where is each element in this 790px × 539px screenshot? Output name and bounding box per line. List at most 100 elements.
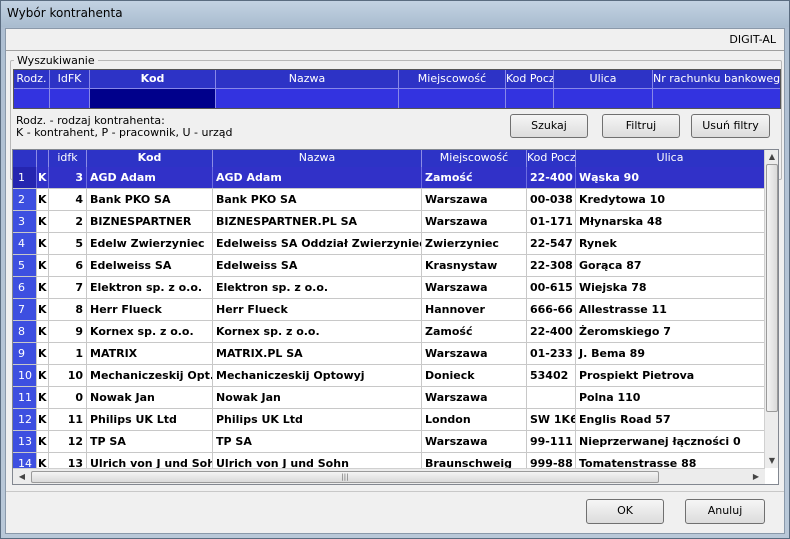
scroll-right-icon[interactable]: ▶ <box>749 470 763 484</box>
col-nazwa[interactable]: Nazwa <box>213 150 422 167</box>
row-miejscowosc: Zamość <box>422 167 527 188</box>
scroll-left-icon[interactable]: ◀ <box>15 470 29 484</box>
row-type: K <box>37 255 49 276</box>
scroll-down-icon[interactable]: ▼ <box>765 454 778 468</box>
row-number: 9 <box>13 343 37 364</box>
table-row[interactable]: 6 K 7 Elektron sp. z o.o. Elektron sp. z o.o… <box>13 277 765 299</box>
search-col-kod: Kod <box>90 70 216 88</box>
table-row[interactable]: 8 K 9 Kornex sp. z o.o. Kornex sp. z o.o. Zam… <box>13 321 765 343</box>
col-ulica[interactable]: Ulica <box>576 150 765 167</box>
table-row[interactable]: 4 K 5 Edelw Zwierzyniec Edelweiss SA Oddział… <box>13 233 765 255</box>
row-kod: Herr Flueck <box>87 299 213 320</box>
scroll-up-icon[interactable]: ▲ <box>765 150 778 164</box>
row-ulica: Wąska 90 <box>576 167 765 188</box>
row-kod-pocz: 22-547 <box>527 233 576 254</box>
brand-label: DIGIT-AL <box>729 33 776 46</box>
row-ulica: Polna 110 <box>576 387 765 408</box>
row-kod-pocz <box>527 387 576 408</box>
row-number: 8 <box>13 321 37 342</box>
vertical-scroll-thumb[interactable] <box>766 164 778 412</box>
table-row[interactable]: 5 K 6 Edelweiss SA Edelweiss SA Krasnystaw 22-… <box>13 255 765 277</box>
row-idfk: 1 <box>49 343 87 364</box>
search-col-nazwa: Nazwa <box>216 70 399 88</box>
row-number: 7 <box>13 299 37 320</box>
row-kod-pocz: 99-111 <box>527 431 576 452</box>
row-miejscowosc: Warszawa <box>422 343 527 364</box>
table-row[interactable]: 7 K 8 Herr Flueck Herr Flueck Hannover 666-66 A… <box>13 299 765 321</box>
col-row-number <box>13 150 37 167</box>
col-kod-pocz[interactable]: Kod Pocz. <box>527 150 576 167</box>
row-ulica: Młynarska 48 <box>576 211 765 232</box>
row-idfk: 0 <box>49 387 87 408</box>
type-hint: Rodz. - rodzaj kontrahenta: K - kontrahe… <box>16 115 232 139</box>
horizontal-scroll-thumb[interactable]: ||| <box>31 471 659 483</box>
table-row[interactable]: 10 K 10 Mechaniczeskij Opt... Mechaniczeskij… <box>13 365 765 387</box>
search-input-type[interactable] <box>14 89 50 108</box>
row-kod-pocz: 01-171 <box>527 211 576 232</box>
row-kod: TP SA <box>87 431 213 452</box>
row-idfk: 3 <box>49 167 87 188</box>
row-type: K <box>37 409 49 430</box>
clear-filters-button[interactable]: Usuń filtry <box>691 114 770 138</box>
table-row[interactable]: 12 K 11 Philips UK Ltd Philips UK Ltd London S… <box>13 409 765 431</box>
col-idfk[interactable]: idfk <box>49 150 87 167</box>
search-input-ulica[interactable] <box>554 89 653 108</box>
cancel-button[interactable]: Anuluj <box>685 499 765 524</box>
row-nazwa: Edelweiss SA <box>213 255 422 276</box>
search-input-idfk[interactable] <box>50 89 90 108</box>
table-row[interactable]: 9 K 1 MATRIX MATRIX.PL SA Warszawa 01-233 J. Be… <box>13 343 765 365</box>
search-group-label: Wyszukiwanie <box>14 54 98 67</box>
ok-button[interactable]: OK <box>586 499 664 524</box>
col-type <box>37 150 49 167</box>
row-kod: Elektron sp. z o.o. <box>87 277 213 298</box>
row-kod-pocz: 22-308 <box>527 255 576 276</box>
search-input-nr-rachunku[interactable] <box>653 89 780 108</box>
search-col-ulica: Ulica <box>554 70 653 88</box>
col-kod[interactable]: Kod <box>87 150 213 167</box>
search-input-kod-pocz[interactable] <box>506 89 554 108</box>
dialog-client-area: DIGIT-AL Wyszukiwanie Rodz. IdFK Kod Naz… <box>5 28 785 534</box>
search-button[interactable]: Szukaj <box>510 114 588 138</box>
table-row[interactable]: 2 K 4 Bank PKO SA Bank PKO SA Warszawa 00-038 K… <box>13 189 765 211</box>
table-row[interactable]: 13 K 12 TP SA TP SA Warszawa 99-111 Nieprzerwan… <box>13 431 765 453</box>
row-type: K <box>37 211 49 232</box>
row-nazwa: Elektron sp. z o.o. <box>213 277 422 298</box>
row-number: 5 <box>13 255 37 276</box>
search-col-kod-pocz: Kod Pocz. <box>506 70 554 88</box>
row-type: K <box>37 167 49 188</box>
title-bar: Wybór kontrahenta <box>1 1 789 27</box>
vertical-scrollbar[interactable]: ▲ ▼ <box>764 150 778 468</box>
row-idfk: 12 <box>49 431 87 452</box>
filter-button[interactable]: Filtruj <box>602 114 680 138</box>
table-row[interactable]: 3 K 2 BIZNESPARTNER BIZNESPARTNER.PL SA Warsz… <box>13 211 765 233</box>
search-input-miejscowosc[interactable] <box>399 89 506 108</box>
table-row[interactable]: 11 K 0 Nowak Jan Nowak Jan Warszawa Polna 110 <box>13 387 765 409</box>
row-kod: MATRIX <box>87 343 213 364</box>
row-miejscowosc: London <box>422 409 527 430</box>
row-kod-pocz: 22-400 <box>527 321 576 342</box>
row-idfk: 2 <box>49 211 87 232</box>
row-type: K <box>37 189 49 210</box>
row-kod: Edelw Zwierzyniec <box>87 233 213 254</box>
table-row[interactable]: 1 K 3 AGD Adam AGD Adam Zamość 22-400 Wąska 90 <box>13 167 765 189</box>
row-idfk: 10 <box>49 365 87 386</box>
search-col-type: Rodz. <box>14 70 50 88</box>
search-filter-grid: Rodz. IdFK Kod Nazwa Miejscowość Kod Poc… <box>13 69 781 109</box>
row-nazwa: Nowak Jan <box>213 387 422 408</box>
row-ulica: Nieprzerwanej łączności 0 <box>576 431 765 452</box>
row-kod: Kornex sp. z o.o. <box>87 321 213 342</box>
horizontal-scrollbar[interactable]: ◀ ||| ▶ <box>13 468 765 484</box>
dialog-window: Wybór kontrahenta DIGIT-AL Wyszukiwanie … <box>0 0 790 539</box>
row-number: 1 <box>13 167 37 188</box>
row-idfk: 4 <box>49 189 87 210</box>
row-type: K <box>37 233 49 254</box>
row-ulica: Allestrasse 11 <box>576 299 765 320</box>
divider <box>6 491 784 492</box>
col-miejscowosc[interactable]: Miejscowość <box>422 150 527 167</box>
row-idfk: 9 <box>49 321 87 342</box>
row-nazwa: Kornex sp. z o.o. <box>213 321 422 342</box>
search-input-kod[interactable] <box>90 89 216 108</box>
row-miejscowosc: Zwierzyniec <box>422 233 527 254</box>
search-input-nazwa[interactable] <box>216 89 399 108</box>
row-type: K <box>37 343 49 364</box>
